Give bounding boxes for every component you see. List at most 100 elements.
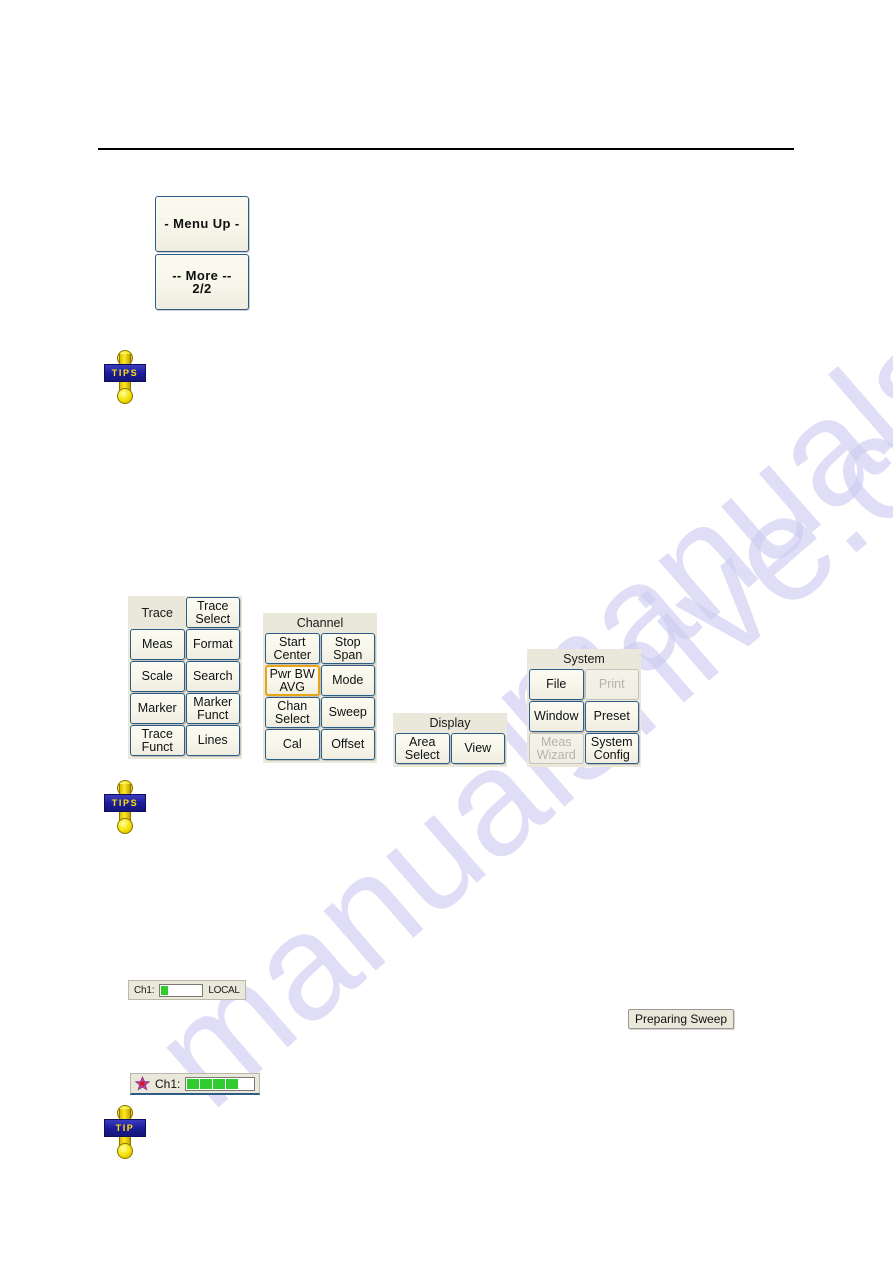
status-bar-ch1: Ch1: — [130, 1073, 261, 1095]
key-label-line1: Preset — [593, 709, 630, 724]
keygroup-system-cell: Preset — [584, 701, 639, 732]
keygroup-trace-title-label: Trace — [141, 605, 174, 620]
progress-block — [226, 1078, 239, 1089]
key-label-line1: Format — [192, 637, 233, 652]
progress-block — [161, 985, 169, 995]
tips-dot-bottom-icon — [117, 818, 133, 834]
trace-key-trace-funct[interactable]: Trace Funct — [130, 725, 185, 756]
channel-key-offset[interactable]: Offset — [320, 729, 375, 760]
tips-dot-bottom-icon — [117, 1143, 133, 1159]
keygroup-trace-cell: Search — [185, 661, 240, 692]
keygroup-system-cell: Meas Wizard — [529, 733, 584, 764]
tips-band: TIP — [104, 1119, 146, 1137]
keygroup-system-grid: File Print Window Preset Meas Wizard System Con… — [527, 668, 641, 767]
keygroup-channel-grid: Start Center Stop Span Pwr BW AVG Mode Chan Sele… — [263, 632, 377, 763]
keygroup-channel-cell: Stop Span — [320, 633, 375, 664]
star-icon — [134, 1075, 151, 1091]
more-label: -- More -- — [172, 267, 232, 283]
status-bar-local: Ch1: LOCAL — [128, 980, 246, 1000]
key-label-line1: System — [590, 734, 633, 749]
channel-key-mode[interactable]: Mode — [320, 665, 375, 696]
channel-key-start-center[interactable]: Start Center — [265, 633, 320, 664]
tips-label: TIPS — [111, 367, 139, 378]
keygroup-system-title: System — [527, 649, 641, 668]
key-label-line2: Span — [333, 647, 363, 662]
menu-up-button[interactable]: - Menu Up - — [155, 196, 249, 252]
trace-key-meas[interactable]: Meas — [130, 629, 185, 660]
keygroup-channel-cell: Offset — [320, 729, 375, 760]
keygroup-channel-title: Channel — [263, 613, 377, 632]
tips-dot-bottom-icon — [117, 388, 133, 404]
tips-icon-1: TIPS — [104, 350, 146, 404]
key-label-line1: Mode — [332, 673, 364, 688]
keygroup-channel-cell: Mode — [320, 665, 375, 696]
keygroup-trace-cell: Scale — [130, 661, 185, 692]
trace-key-search[interactable]: Search — [185, 661, 240, 692]
trace-key-marker[interactable]: Marker — [130, 693, 185, 724]
status-ch1-progress — [185, 1076, 256, 1091]
keygroup-channel-cell: Cal — [265, 729, 320, 760]
key-label-line2: Select — [404, 747, 440, 762]
key-label-line2: Funct — [197, 707, 229, 722]
trace-key-scale[interactable]: Scale — [130, 661, 185, 692]
tips-band: TIPS — [104, 364, 146, 382]
key-label-line1: Meas — [141, 637, 173, 652]
watermark-text-upper: manualshive.com — [456, 0, 893, 789]
display-key-area-select[interactable]: Area Select — [395, 733, 450, 764]
keygroup-system-cell: System Config — [584, 733, 639, 764]
trace-key-marker-funct[interactable]: Marker Funct — [185, 693, 240, 724]
key-label-line2: Select — [274, 711, 310, 726]
display-key-view[interactable]: View — [450, 733, 505, 764]
header-divider — [98, 148, 794, 150]
progress-block — [200, 1078, 213, 1089]
menu-up-label: - Menu Up - — [164, 216, 240, 232]
key-label-line1: Lines — [197, 733, 228, 748]
key-label-line1: Marker — [193, 694, 233, 709]
channel-key-sweep[interactable]: Sweep — [320, 697, 375, 728]
keygroup-display-title: Display — [393, 713, 507, 732]
keygroup-channel: Channel Start Center Stop Span Pwr BW AVG Mode… — [263, 613, 377, 763]
keygroup-system-cell: File — [529, 669, 584, 700]
keygroup-channel-cell: Pwr BW AVG — [265, 665, 320, 696]
keygroup-channel-cell: Sweep — [320, 697, 375, 728]
trace-key-format[interactable]: Format — [185, 629, 240, 660]
keygroup-trace-cell: Trace Select — [185, 597, 240, 628]
status-local-mode: LOCAL — [208, 984, 240, 996]
key-label-line2: Funct — [141, 739, 173, 754]
key-label-line2: Center — [273, 647, 312, 662]
system-key-preset[interactable]: Preset — [584, 701, 639, 732]
key-label-line2: Config — [593, 747, 630, 762]
channel-key-cal[interactable]: Cal — [265, 729, 320, 760]
tips-band: TIPS — [104, 794, 146, 812]
key-label-line2: AVG — [279, 679, 305, 694]
status-ch1-channel-label: Ch1: — [155, 1076, 181, 1091]
status-local-channel-label: Ch1: — [134, 984, 155, 996]
keygroup-trace-cell: Lines — [185, 725, 240, 756]
trace-key-trace-select[interactable]: Trace Select — [185, 597, 240, 628]
system-key-window[interactable]: Window — [529, 701, 584, 732]
keygroup-channel-cell: Start Center — [265, 633, 320, 664]
key-label-line1: Print — [598, 677, 625, 692]
key-label-line1: Sweep — [328, 705, 367, 720]
system-key-file[interactable]: File — [529, 669, 584, 700]
keygroup-display-cell: Area Select — [395, 733, 450, 764]
channel-key-stop-span[interactable]: Stop Span — [320, 633, 375, 664]
channel-key-chan-select[interactable]: Chan Select — [265, 697, 320, 728]
more-page-indicator: 2/2 — [192, 281, 212, 296]
trace-key-lines[interactable]: Lines — [185, 725, 240, 756]
keygroup-trace-cell: Format — [185, 629, 240, 660]
status-local-progress — [159, 983, 204, 997]
channel-key-pwr-bw-avg[interactable]: Pwr BW AVG — [265, 665, 320, 696]
progress-block — [187, 1078, 200, 1089]
keygroup-system-cell: Window — [529, 701, 584, 732]
key-label-line1: File — [546, 677, 567, 692]
more-button[interactable]: -- More -- 2/2 — [155, 254, 249, 310]
keygroup-trace: Trace Trace Select Meas Format Scale Search Mar… — [128, 596, 242, 759]
system-key-system-config[interactable]: System Config — [584, 733, 639, 764]
key-label-line2: Wizard — [536, 747, 576, 762]
keygroup-trace-cell: Trace Funct — [130, 725, 185, 756]
softkey-menu-block: - Menu Up - -- More -- 2/2 — [155, 196, 249, 312]
key-label-line1: Cal — [282, 737, 302, 752]
key-label-line1: Scale — [141, 669, 173, 684]
keygroup-display-grid: Area Select View — [393, 732, 507, 767]
